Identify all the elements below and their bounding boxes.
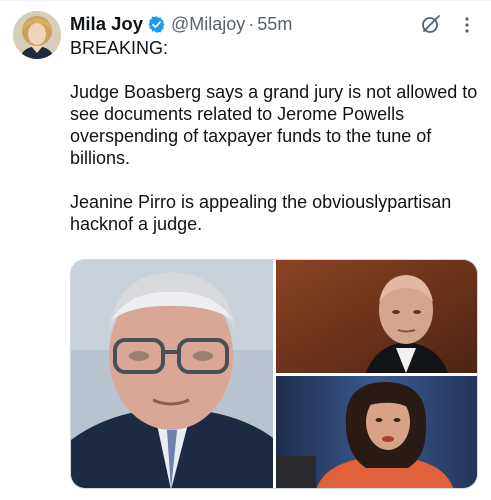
tweet-paragraph-2: Judge Boasberg says a grand jury is not … [70,82,478,168]
media-image-2[interactable] [276,260,477,373]
media-image-1[interactable] [71,260,273,488]
author-handle[interactable]: @Milajoy [171,14,245,35]
verified-badge-icon [147,15,166,34]
tweet-paragraph-1: BREAKING: [70,38,169,58]
media-image-3[interactable] [276,376,477,488]
media-grid [70,259,478,489]
top-divider [0,0,491,1]
grok-icon[interactable] [421,14,441,34]
separator-dot: · [248,13,255,34]
author-name[interactable]: Mila Joy [70,13,143,35]
tweet-paragraph-3: Jeanine Pirro is appealing the obviously… [70,192,452,234]
avatar[interactable] [13,11,61,59]
tweet-timestamp[interactable]: 55m [257,14,292,35]
more-options-icon[interactable] [458,15,476,35]
tweet-text: BREAKING: Judge Boasberg says a grand ju… [70,37,482,235]
tweet-header: Mila Joy @Milajoy · 55m [70,12,292,36]
